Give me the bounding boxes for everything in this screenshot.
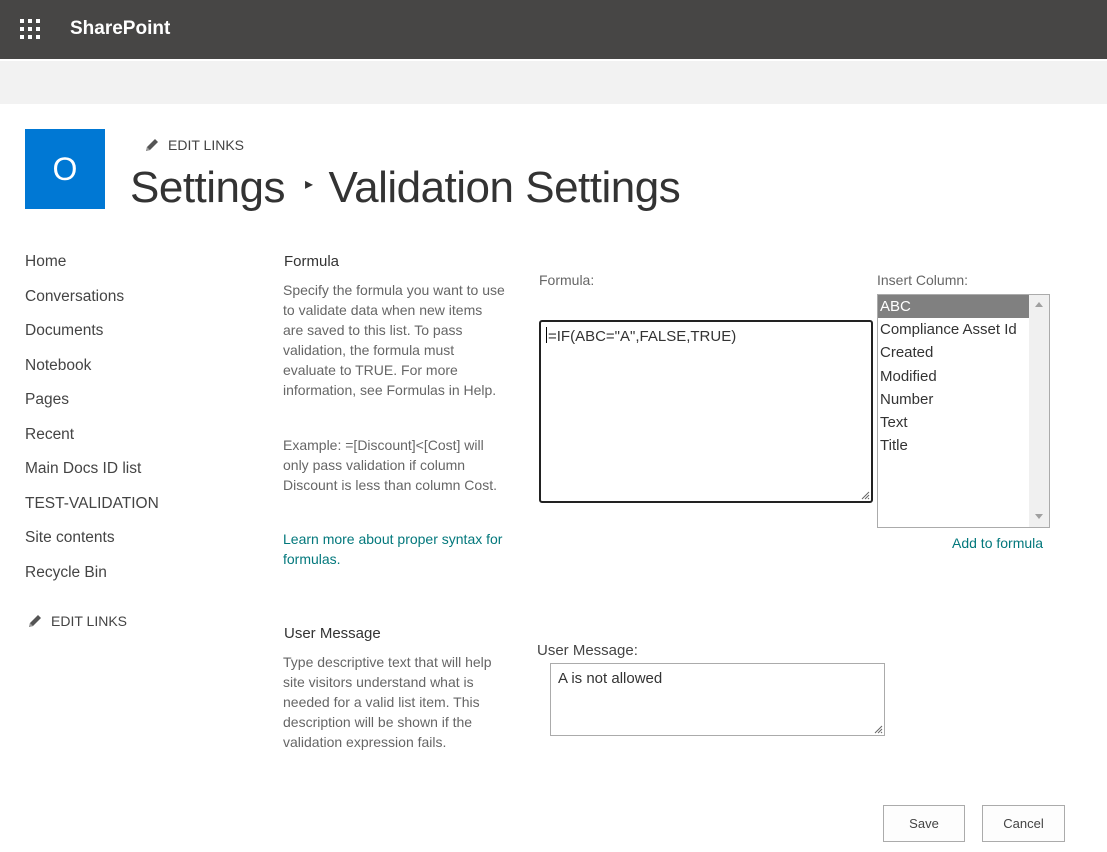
column-option-title[interactable]: Title (878, 434, 1029, 457)
pencil-icon (29, 615, 41, 627)
breadcrumb-separator-icon: ▸ (304, 176, 313, 194)
pencil-icon (146, 139, 158, 151)
site-logo-letter: O (52, 150, 78, 187)
column-option-created[interactable]: Created (878, 341, 1029, 364)
app-launcher-waffle-icon[interactable] (20, 19, 40, 39)
listbox-scrollbar[interactable] (1029, 295, 1049, 527)
page-title: Settings ▸ Validation Settings (130, 163, 681, 213)
user-message-section-description: Type descriptive text that will help sit… (283, 654, 492, 750)
formula-field-label: Formula: (539, 272, 595, 288)
site-logo[interactable]: O (25, 129, 105, 209)
nav-item-main-docs-id-list[interactable]: Main Docs ID list (25, 457, 225, 492)
nav-item-documents[interactable]: Documents (25, 319, 225, 354)
cancel-button[interactable]: Cancel (982, 805, 1065, 842)
column-option-compliance-asset-id[interactable]: Compliance Asset Id (878, 318, 1029, 341)
formula-section-title: Formula (284, 253, 340, 270)
column-option-abc[interactable]: ABC (878, 295, 1029, 319)
formula-example-text: Example: =[Discount]<[Cost] will only pa… (283, 437, 497, 493)
column-option-modified[interactable]: Modified (878, 365, 1029, 388)
column-option-text[interactable]: Text (878, 411, 1029, 434)
edit-links-label: EDIT LINKS (168, 137, 244, 153)
edit-links-top-button[interactable]: EDIT LINKS (144, 137, 244, 153)
nav-item-recent[interactable]: Recent (25, 423, 225, 458)
insert-column-label: Insert Column: (877, 272, 969, 288)
scroll-down-arrow-icon[interactable] (1035, 514, 1043, 519)
nav-item-site-contents[interactable]: Site contents (25, 526, 225, 561)
breadcrumb-current: Validation Settings (328, 163, 681, 212)
user-message-textarea[interactable]: A is not allowed (550, 663, 885, 736)
suite-bar: SharePoint (0, 0, 1107, 59)
scroll-up-arrow-icon[interactable] (1035, 302, 1043, 307)
nav-item-pages[interactable]: Pages (25, 388, 225, 423)
breadcrumb-settings[interactable]: Settings (130, 163, 285, 212)
user-message-value: A is not allowed (558, 670, 663, 687)
user-message-field-label: User Message: (537, 642, 638, 659)
formula-section-description: Specify the formula you want to use to v… (283, 282, 505, 398)
nav-item-notebook[interactable]: Notebook (25, 354, 225, 389)
column-option-number[interactable]: Number (878, 388, 1029, 411)
user-message-section-title: User Message (284, 625, 381, 642)
left-navigation: Home Conversations Documents Notebook Pa… (25, 250, 225, 595)
nav-item-test-validation[interactable]: TEST-VALIDATION (25, 492, 225, 527)
save-button[interactable]: Save (883, 805, 965, 842)
nav-item-home[interactable]: Home (25, 250, 225, 285)
text-caret (546, 327, 547, 343)
add-to-formula-link[interactable]: Add to formula (952, 535, 1043, 551)
resize-grip-icon[interactable] (860, 490, 870, 500)
edit-links-label: EDIT LINKS (51, 613, 127, 629)
resize-grip-icon[interactable] (873, 724, 883, 734)
learn-more-syntax-link[interactable]: Learn more about proper syntax for formu… (283, 529, 505, 569)
formula-value: =IF(ABC="A",FALSE,TRUE) (548, 328, 737, 345)
formula-textarea[interactable]: =IF(ABC="A",FALSE,TRUE) (539, 320, 873, 503)
edit-links-nav-button[interactable]: EDIT LINKS (27, 613, 127, 629)
nav-item-conversations[interactable]: Conversations (25, 285, 225, 320)
nav-item-recycle-bin[interactable]: Recycle Bin (25, 561, 225, 596)
command-bar (0, 61, 1107, 104)
insert-column-listbox[interactable]: ABC Compliance Asset Id Created Modified… (877, 294, 1050, 528)
sharepoint-brand-link[interactable]: SharePoint (70, 18, 170, 40)
